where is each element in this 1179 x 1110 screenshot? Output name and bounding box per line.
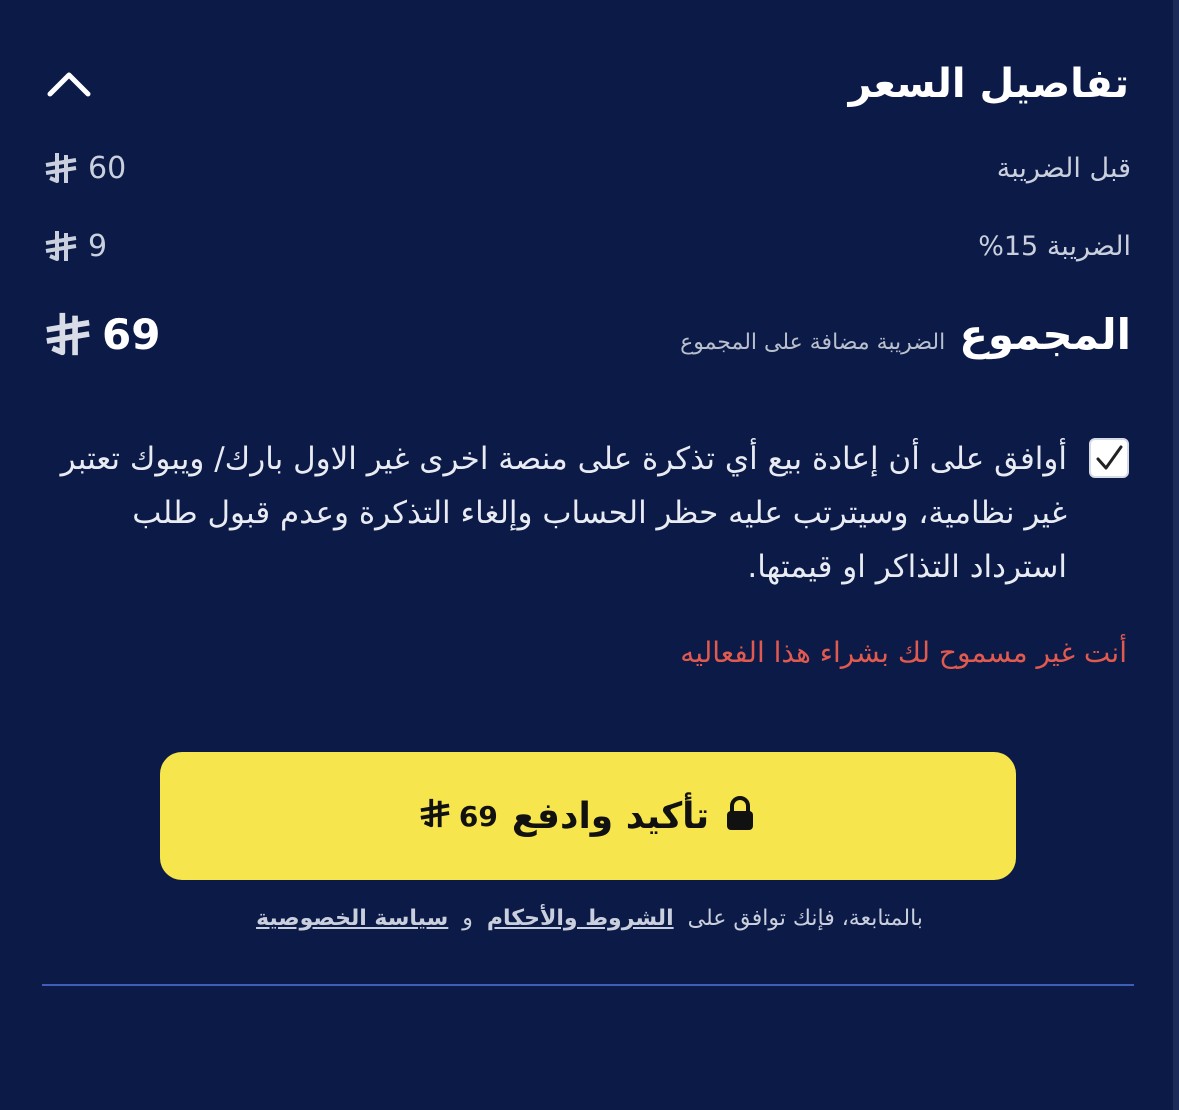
tax-row: الضريبة 15% 9: [44, 222, 1131, 270]
scroll-edge: [1173, 0, 1179, 1110]
agreement-checkbox[interactable]: [1089, 438, 1129, 478]
riyal-icon: [44, 310, 92, 358]
riyal-icon: [44, 229, 78, 263]
confirm-pay-button[interactable]: تأكيد وادفع 69: [160, 752, 1016, 880]
terms-prefix: بالمتابعة، فإنك توافق على: [687, 906, 923, 931]
checkmark-icon: [1096, 445, 1123, 470]
total-label: المجموع: [959, 309, 1131, 359]
terms-conjunction: و: [462, 906, 473, 931]
terms-notice: بالمتابعة، فإنك توافق على الشروط والأحكا…: [44, 906, 1135, 931]
price-details-title: تفاصيل السعر: [848, 61, 1129, 107]
before-tax-price: 60: [44, 151, 126, 186]
price-details-header[interactable]: تفاصيل السعر: [44, 52, 1129, 116]
agreement-text: أوافق على أن إعادة بيع أي تذكرة على منصة…: [60, 441, 1067, 585]
chevron-up-icon[interactable]: [44, 59, 94, 109]
total-price: 69: [44, 310, 160, 359]
pay-button-label: تأكيد وادفع: [511, 795, 710, 837]
pay-button-price: 69: [419, 797, 498, 836]
divider: [42, 984, 1134, 986]
before-tax-label: قبل الضريبة: [996, 152, 1131, 184]
tax-value: 9: [88, 228, 108, 264]
error-message: أنت غير مسموح لك بشراء هذا الفعاليه: [680, 636, 1127, 669]
total-row: المجموع الضريبة مضافة على المجموع 69: [44, 302, 1131, 366]
before-tax-row: قبل الضريبة 60: [44, 144, 1131, 192]
before-tax-value: 60: [88, 150, 127, 186]
tax-price: 9: [44, 229, 107, 264]
tax-label: الضريبة 15%: [978, 230, 1131, 262]
total-note: الضريبة مضافة على المجموع: [680, 329, 946, 355]
terms-link[interactable]: الشروط والأحكام: [487, 906, 674, 931]
resale-agreement: أوافق على أن إعادة بيع أي تذكرة على منصة…: [60, 432, 1129, 594]
pay-button-amount: 69: [458, 799, 498, 833]
privacy-link[interactable]: سياسة الخصوصية: [256, 906, 448, 931]
total-value: 69: [102, 309, 161, 359]
lock-icon: [723, 796, 757, 836]
riyal-icon: [419, 797, 451, 836]
total-label-group: المجموع الضريبة مضافة على المجموع: [680, 310, 1131, 359]
riyal-icon: [44, 151, 78, 185]
